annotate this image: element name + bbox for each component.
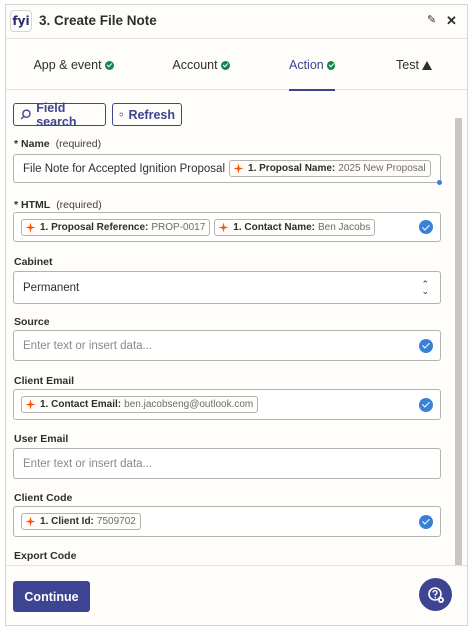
footer: Continue xyxy=(6,565,467,625)
html-label: * HTML (required) xyxy=(14,199,102,211)
required-hint: (required) xyxy=(55,138,102,150)
pill-value: PROP-0017 xyxy=(151,221,206,233)
pill-key: 1. Client Id: xyxy=(40,516,94,527)
help-chat-glyph xyxy=(427,586,444,603)
data-pill[interactable]: 1. Client Id: 7509702 xyxy=(21,513,141,530)
user-email-placeholder: Enter text or insert data... xyxy=(23,457,153,470)
zapier-icon xyxy=(25,399,36,410)
html-field[interactable]: 1. Proposal Reference: PROP-0017 1. Conta… xyxy=(13,212,441,242)
tab-account[interactable]: Account xyxy=(146,40,256,90)
zapier-icon xyxy=(218,221,229,233)
user-email-label: User Email xyxy=(14,433,69,445)
check-circle-icon xyxy=(419,397,433,412)
source-label: Source xyxy=(14,316,50,328)
tab-label: Action xyxy=(289,58,324,72)
required-asterisk: * xyxy=(14,138,19,150)
export-code-label: Export Code xyxy=(14,550,77,562)
chevron-up-down-icon: ⌃ ⌄ xyxy=(421,278,429,296)
user-email-field[interactable]: Enter text or insert data... xyxy=(13,448,441,479)
scrollbar[interactable] xyxy=(455,118,462,568)
pill-value: 2025 New Proposal xyxy=(338,163,426,174)
data-pill[interactable]: 1. Proposal Name: 2025 New Proposal xyxy=(229,160,431,177)
name-field[interactable]: File Note for Accepted Ignition Proposal… xyxy=(13,154,442,185)
zapier-icon xyxy=(233,163,244,174)
tab-label: Test xyxy=(396,58,419,72)
cabinet-label: Cabinet xyxy=(14,256,53,268)
html-label-text: HTML xyxy=(21,199,51,211)
tab-label: App & event xyxy=(33,58,102,72)
tab-action[interactable]: Action xyxy=(289,40,335,91)
client-code-field[interactable]: 1. Client Id: 7509702 xyxy=(13,506,441,537)
name-field-text: File Note for Accepted Ignition Proposal xyxy=(23,162,226,175)
create-file-note-panel: fyi 3. Create File Note ✎ ✕ App & event … xyxy=(5,4,468,626)
name-label-text: Name xyxy=(21,138,50,150)
search-icon xyxy=(20,109,31,120)
pill-value: 7509702 xyxy=(96,516,136,527)
fyi-app-icon: fyi xyxy=(10,10,32,32)
client-email-field[interactable]: 1. Contact Email: ben.jacobseng@outlook.c… xyxy=(13,389,441,420)
tab-app-event[interactable]: App & event xyxy=(6,40,141,90)
field-search-button[interactable]: Field search xyxy=(13,100,106,129)
pill-key: 1. Contact Email: xyxy=(40,399,122,410)
check-circle-icon xyxy=(326,60,335,70)
pencil-icon[interactable]: ✎ xyxy=(427,13,436,26)
zapier-icon xyxy=(25,516,36,527)
pill-value: Ben Jacobs xyxy=(317,221,371,233)
tab-label: Account xyxy=(172,58,218,72)
zapier-icon xyxy=(25,221,36,233)
cabinet-value: Permanent xyxy=(23,281,80,294)
required-hint: (required) xyxy=(56,199,102,211)
source-field[interactable]: Enter text or insert data... xyxy=(13,330,441,361)
pill-key: 1. Contact Name: xyxy=(233,221,315,233)
check-circle-icon xyxy=(104,60,114,70)
client-email-label: Client Email xyxy=(14,375,75,387)
tab-test[interactable]: Test xyxy=(386,40,442,90)
pill-key: 1. Proposal Reference: xyxy=(40,221,149,233)
check-circle-icon xyxy=(220,60,230,70)
field-search-label: Field search xyxy=(36,100,77,129)
name-label: * Name (required) xyxy=(14,138,101,150)
step-title: 3. Create File Note xyxy=(39,13,157,28)
pill-value: ben.jacobseng@outlook.com xyxy=(124,399,254,410)
pill-key: 1. Proposal Name: xyxy=(248,163,336,174)
step-header: fyi 3. Create File Note ✎ ✕ xyxy=(6,5,467,39)
check-circle-icon xyxy=(419,220,433,234)
refresh-icon xyxy=(119,112,124,117)
data-pill[interactable]: 1. Contact Email: ben.jacobseng@outlook.c… xyxy=(21,396,259,413)
close-icon[interactable]: ✕ xyxy=(446,13,457,29)
refresh-label: Refresh xyxy=(128,107,175,122)
data-pill[interactable]: 1. Contact Name: Ben Jacobs xyxy=(214,218,376,236)
step-tabs: App & event Account Action Test xyxy=(6,40,467,91)
check-circle-icon xyxy=(419,514,433,529)
warning-icon xyxy=(421,60,432,70)
client-code-label: Client Code xyxy=(14,492,73,504)
required-asterisk: * xyxy=(14,199,19,211)
resize-dot xyxy=(437,180,442,185)
source-placeholder: Enter text or insert data... xyxy=(23,339,153,352)
help-chat-icon[interactable] xyxy=(419,578,452,611)
data-pill[interactable]: 1. Proposal Reference: PROP-0017 xyxy=(21,218,211,236)
cabinet-select[interactable]: Permanent ⌃ ⌄ xyxy=(13,271,441,304)
check-circle-icon xyxy=(419,338,433,353)
refresh-button[interactable]: Refresh xyxy=(112,103,182,126)
continue-button[interactable]: Continue xyxy=(13,581,90,612)
